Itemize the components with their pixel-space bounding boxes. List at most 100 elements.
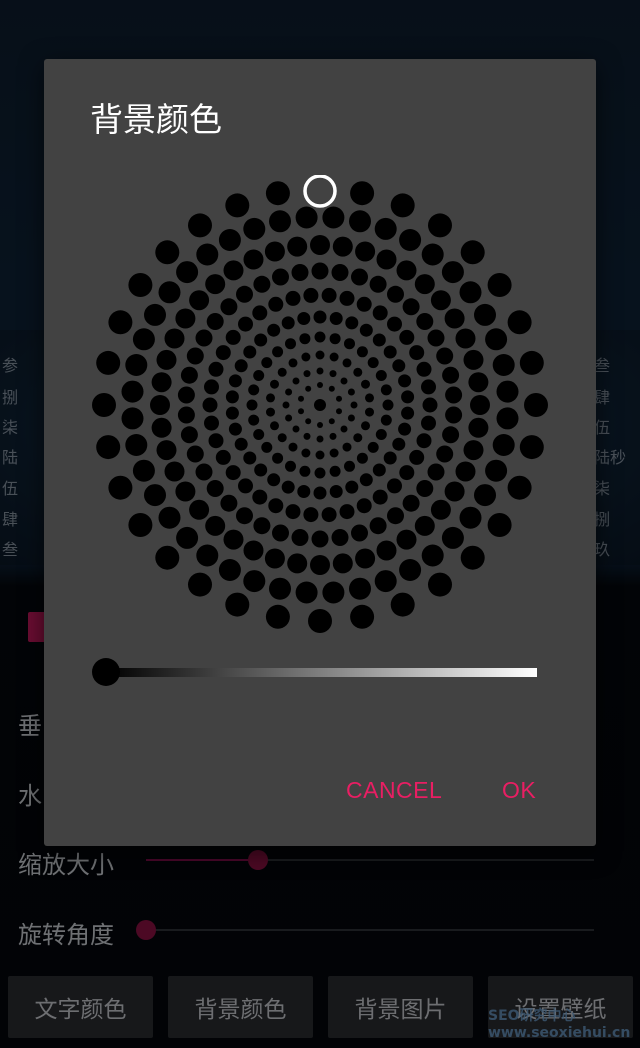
color-swatch-dot[interactable] <box>416 313 434 330</box>
color-swatch-dot[interactable] <box>409 345 425 361</box>
color-swatch-dot[interactable] <box>308 609 332 633</box>
color-swatch-dot[interactable] <box>180 426 198 444</box>
color-swatch-dot[interactable] <box>460 545 485 570</box>
color-swatch-dot[interactable] <box>356 296 372 312</box>
color-swatch-dot[interactable] <box>392 359 406 373</box>
color-swatch-dot[interactable] <box>314 399 326 411</box>
color-swatch-dot[interactable] <box>186 445 204 463</box>
color-swatch-dot[interactable] <box>390 592 415 617</box>
color-swatch-dot[interactable] <box>374 217 397 240</box>
color-swatch-dot[interactable] <box>252 305 268 321</box>
color-swatch-dot[interactable] <box>206 313 224 330</box>
color-swatch-dot[interactable] <box>253 517 271 535</box>
color-swatch-dot[interactable] <box>328 385 335 392</box>
color-swatch-dot[interactable] <box>455 461 476 482</box>
color-swatch-dot[interactable] <box>353 367 363 377</box>
color-swatch-dot[interactable] <box>372 463 386 477</box>
color-swatch-dot[interactable] <box>416 480 434 497</box>
color-swatch-dot[interactable] <box>234 437 248 451</box>
color-swatch-dot[interactable] <box>332 553 353 574</box>
color-swatch-dot[interactable] <box>340 377 348 385</box>
color-swatch-dot[interactable] <box>382 399 394 411</box>
color-swatch-dot[interactable] <box>321 507 337 523</box>
color-swatch-dot[interactable] <box>460 240 485 265</box>
color-swatch-dot[interactable] <box>303 287 319 303</box>
color-swatch-dot[interactable] <box>164 328 185 349</box>
color-swatch-dot[interactable] <box>339 504 355 520</box>
color-swatch-dot[interactable] <box>322 206 345 229</box>
color-swatch-dot[interactable] <box>519 350 544 375</box>
color-swatch-dot[interactable] <box>177 386 195 404</box>
color-swatch-dot[interactable] <box>336 395 342 402</box>
color-swatch-dot[interactable] <box>270 421 279 431</box>
color-swatch-dot[interactable] <box>387 316 402 332</box>
color-swatch-dot[interactable] <box>264 241 285 262</box>
color-swatch-dot[interactable] <box>311 530 329 548</box>
color-swatch-dot[interactable] <box>372 305 388 321</box>
color-swatch-dot[interactable] <box>96 350 121 375</box>
color-swatch-dot[interactable] <box>277 433 287 443</box>
color-swatch-dot[interactable] <box>281 316 295 330</box>
color-swatch-dot[interactable] <box>175 308 196 329</box>
color-swatch-dot[interactable] <box>205 274 226 295</box>
color-swatch-dot[interactable] <box>205 515 226 536</box>
color-swatch-dot[interactable] <box>195 329 213 347</box>
lightness-slider[interactable] <box>92 655 537 689</box>
color-swatch-dot[interactable] <box>254 333 268 347</box>
color-swatch-dot[interactable] <box>292 377 300 385</box>
color-swatch-dot[interactable] <box>345 480 359 494</box>
color-swatch-dot[interactable] <box>218 559 241 581</box>
color-swatch-dot[interactable] <box>351 524 368 542</box>
color-swatch-dot[interactable] <box>208 361 224 377</box>
color-swatch-dot[interactable] <box>291 264 309 281</box>
color-swatch-dot[interactable] <box>421 544 444 567</box>
color-swatch-dot[interactable] <box>365 393 374 403</box>
color-swatch-dot[interactable] <box>383 345 397 359</box>
color-swatch-dot[interactable] <box>416 361 432 377</box>
color-swatch-dot[interactable] <box>317 382 323 388</box>
color-swatch-dot[interactable] <box>268 296 284 312</box>
color-swatch-dot[interactable] <box>519 435 544 460</box>
color-swatch-dot[interactable] <box>261 357 273 369</box>
color-swatch-dot[interactable] <box>215 449 231 465</box>
color-swatch-dot[interactable] <box>305 385 312 392</box>
color-swatch-dot[interactable] <box>225 465 241 481</box>
color-swatch-dot[interactable] <box>298 408 304 415</box>
color-swatch-dot[interactable] <box>295 206 318 229</box>
color-swatch-dot[interactable] <box>402 494 420 512</box>
color-swatch-dot[interactable] <box>402 298 420 316</box>
color-swatch-dot[interactable] <box>285 388 293 396</box>
color-swatch-dot[interactable] <box>132 328 155 351</box>
color-swatch-dot[interactable] <box>409 449 425 465</box>
color-swatch-dot[interactable] <box>359 323 373 337</box>
color-swatch-dot[interactable] <box>108 310 133 335</box>
color-swatch-dot[interactable] <box>243 345 257 359</box>
color-swatch-dot[interactable] <box>272 346 284 358</box>
color-swatch-dot[interactable] <box>158 281 181 304</box>
color-swatch-dot[interactable] <box>507 310 532 335</box>
color-swatch-dot[interactable] <box>383 451 397 465</box>
color-swatch-dot[interactable] <box>427 329 445 347</box>
color-swatch-dot[interactable] <box>344 338 355 350</box>
color-swatch-dot[interactable] <box>342 442 352 452</box>
color-swatch-dot[interactable] <box>355 241 376 262</box>
color-swatch-dot[interactable] <box>342 358 352 368</box>
color-swatch-dot[interactable] <box>349 577 371 600</box>
color-swatch-dot[interactable] <box>399 559 422 581</box>
color-swatch-dot[interactable] <box>196 243 219 266</box>
color-swatch-dot[interactable] <box>375 370 387 381</box>
color-swatch-dot[interactable] <box>414 274 435 295</box>
color-swatch-dot[interactable] <box>285 338 296 350</box>
color-swatch-dot[interactable] <box>305 418 312 425</box>
color-swatch-dot[interactable] <box>313 310 327 324</box>
color-swatch-dot[interactable] <box>310 555 330 575</box>
color-swatch-dot[interactable] <box>158 506 181 529</box>
color-swatch-dot[interactable] <box>347 388 355 396</box>
color-swatch-dot[interactable] <box>228 422 242 436</box>
color-swatch-dot[interactable] <box>355 548 376 569</box>
color-swatch-dot[interactable] <box>401 406 415 420</box>
color-swatch-dot[interactable] <box>444 481 465 502</box>
color-swatch-dot[interactable] <box>485 328 508 351</box>
color-swatch-dot[interactable] <box>151 372 172 393</box>
color-swatch-dot[interactable] <box>369 517 387 535</box>
